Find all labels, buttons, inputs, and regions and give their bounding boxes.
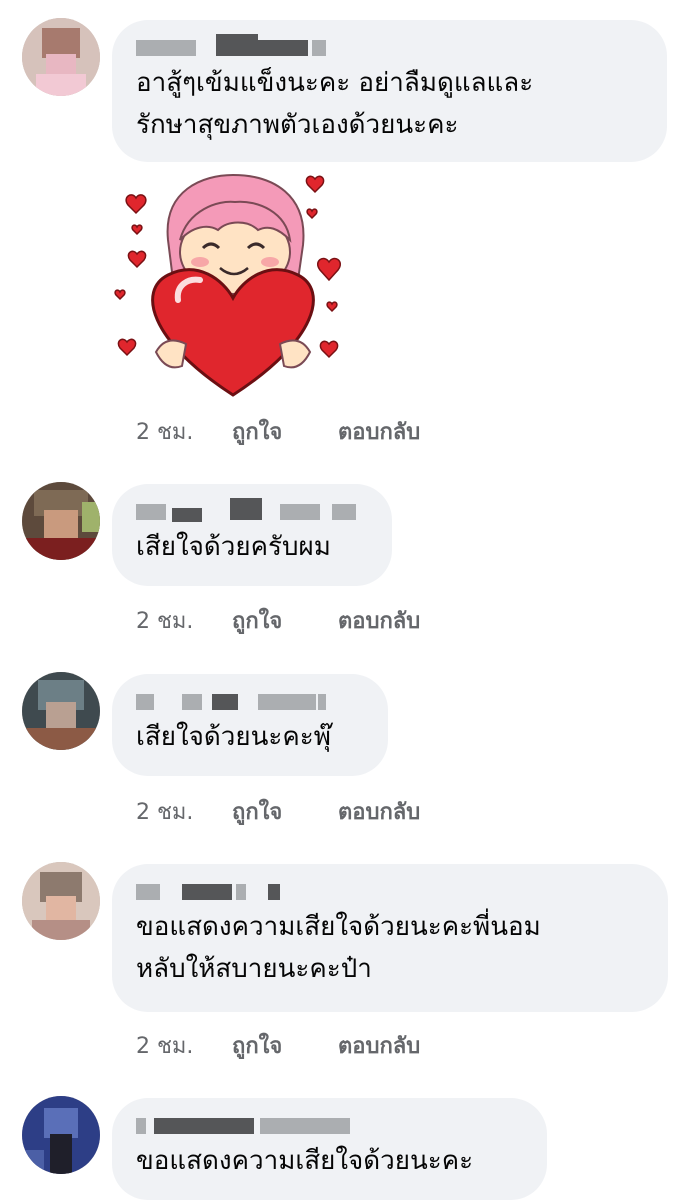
- comment-timestamp: 2 ชม.: [136, 800, 194, 825]
- comment-timestamp: 2 ชม.: [136, 609, 194, 634]
- author-name-redacted[interactable]: [136, 1112, 523, 1138]
- reply-button[interactable]: ตอบกลับ: [338, 414, 420, 449]
- comment-text: เสียใจด้วยครับผม: [136, 532, 331, 562]
- author-name-redacted[interactable]: [136, 498, 368, 524]
- reply-button[interactable]: ตอบกลับ: [338, 603, 420, 638]
- reply-button[interactable]: ตอบกลับ: [338, 1028, 420, 1063]
- comment-bubble: เสียใจด้วยนะคะพุ๊: [112, 674, 388, 776]
- comment-text: เสียใจด้วยนะคะพุ๊: [136, 722, 331, 752]
- author-name-redacted[interactable]: [136, 878, 644, 904]
- like-button[interactable]: ถูกใจ: [232, 794, 338, 829]
- heart-hug-girl-sticker-icon: [114, 173, 341, 397]
- comment-bubble: ขอแสดงความเสียใจด้วยนะคะพี่นอม หลับให้สบ…: [112, 864, 668, 1012]
- comment-text: อาสู้ๆเข้มแข็งนะคะ อย่าลืมดูแลและ รักษาส…: [136, 68, 534, 140]
- reply-button[interactable]: ตอบกลับ: [338, 794, 420, 829]
- author-name-redacted[interactable]: [136, 34, 643, 60]
- like-button[interactable]: ถูกใจ: [232, 603, 338, 638]
- comment-bubble: เสียใจด้วยครับผม: [112, 484, 392, 586]
- author-name-redacted[interactable]: [136, 688, 364, 714]
- comment-text: ขอแสดงความเสียใจด้วยนะคะ: [136, 1146, 474, 1176]
- comment-actions: 2 ชม. ถูกใจ ตอบกลับ: [136, 794, 420, 829]
- comment-bubble: ขอแสดงความเสียใจด้วยนะคะ: [112, 1098, 547, 1200]
- avatar[interactable]: [22, 862, 100, 940]
- avatar[interactable]: [22, 18, 100, 96]
- comment-actions: 2 ชม. ถูกใจ ตอบกลับ: [136, 1028, 420, 1063]
- comment-timestamp: 2 ชม.: [136, 1034, 194, 1059]
- avatar[interactable]: [22, 672, 100, 750]
- comment-actions: 2 ชม. ถูกใจ ตอบกลับ: [136, 603, 420, 638]
- like-button[interactable]: ถูกใจ: [232, 1028, 338, 1063]
- avatar[interactable]: [22, 1096, 100, 1174]
- avatar[interactable]: [22, 482, 100, 560]
- comment-timestamp: 2 ชม.: [136, 420, 194, 445]
- comment-text: ขอแสดงความเสียใจด้วยนะคะพี่นอม หลับให้สบ…: [136, 912, 541, 984]
- like-button[interactable]: ถูกใจ: [232, 414, 338, 449]
- comment-actions: 2 ชม. ถูกใจ ตอบกลับ: [136, 414, 420, 449]
- comment-bubble: อาสู้ๆเข้มแข็งนะคะ อย่าลืมดูแลและ รักษาส…: [112, 20, 667, 162]
